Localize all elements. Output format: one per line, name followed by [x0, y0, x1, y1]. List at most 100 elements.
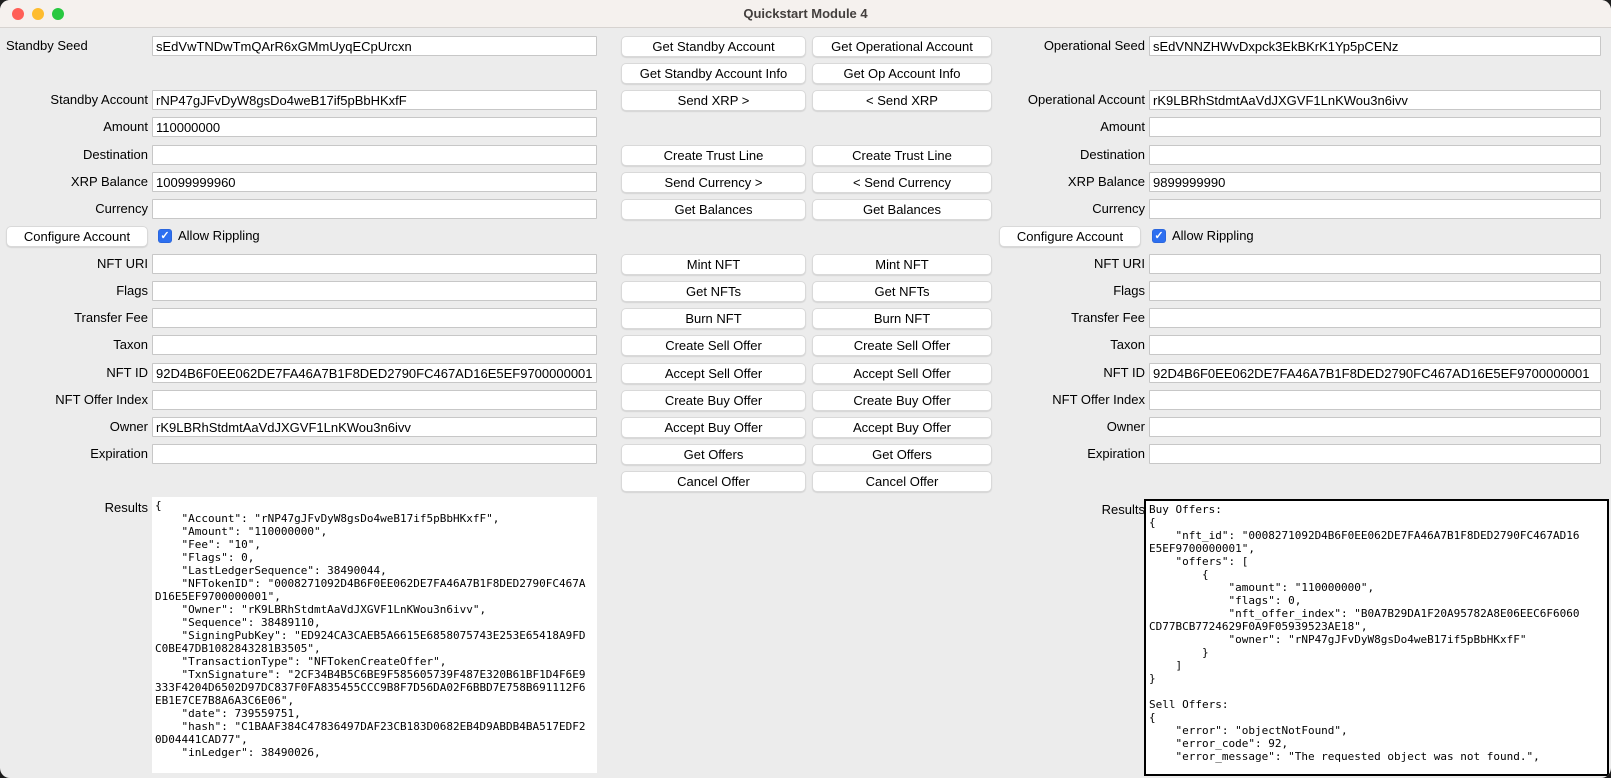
- operational-flags-label: Flags: [997, 281, 1145, 301]
- standby-account-input[interactable]: [152, 90, 597, 110]
- titlebar: Quickstart Module 4: [0, 0, 1611, 28]
- operational-seed-input[interactable]: [1149, 36, 1601, 56]
- standby-nft-uri-input[interactable]: [152, 254, 597, 274]
- operational-expiration-input[interactable]: [1149, 444, 1601, 464]
- standby-xrp-balance-label: XRP Balance: [0, 172, 148, 192]
- burn-nft-operational-button[interactable]: Burn NFT: [812, 308, 992, 329]
- app-window: Quickstart Module 4 Standby Seed Standby…: [0, 0, 1611, 778]
- operational-transfer-fee-label: Transfer Fee: [997, 308, 1145, 328]
- operational-owner-input[interactable]: [1149, 417, 1601, 437]
- get-standby-account-info-button[interactable]: Get Standby Account Info: [621, 63, 806, 84]
- get-standby-account-button[interactable]: Get Standby Account: [621, 36, 806, 57]
- standby-nft-uri-label: NFT URI: [0, 254, 148, 274]
- operational-taxon-label: Taxon: [997, 335, 1145, 355]
- operational-currency-input[interactable]: [1149, 199, 1601, 219]
- accept-sell-offer-standby-button[interactable]: Accept Sell Offer: [621, 363, 806, 384]
- accept-buy-offer-standby-button[interactable]: Accept Buy Offer: [621, 417, 806, 438]
- get-offers-operational-button[interactable]: Get Offers: [812, 444, 992, 465]
- standby-transfer-fee-label: Transfer Fee: [0, 308, 148, 328]
- standby-seed-input[interactable]: [152, 36, 597, 56]
- operational-allow-rippling-checkbox[interactable]: ✓: [1152, 229, 1166, 243]
- cancel-offer-operational-button[interactable]: Cancel Offer: [812, 471, 992, 492]
- standby-transfer-fee-input[interactable]: [152, 308, 597, 328]
- create-buy-offer-operational-button[interactable]: Create Buy Offer: [812, 390, 992, 411]
- standby-flags-label: Flags: [0, 281, 148, 301]
- get-op-account-info-button[interactable]: Get Op Account Info: [812, 63, 992, 84]
- operational-allow-rippling-label: Allow Rippling: [1172, 226, 1254, 246]
- create-sell-offer-standby-button[interactable]: Create Sell Offer: [621, 335, 806, 356]
- standby-amount-input[interactable]: [152, 117, 597, 137]
- get-balances-standby-button[interactable]: Get Balances: [621, 199, 806, 220]
- check-icon: ✓: [1154, 230, 1163, 242]
- standby-allow-rippling-label: Allow Rippling: [178, 226, 260, 246]
- standby-allow-rippling-checkbox[interactable]: ✓: [158, 229, 172, 243]
- operational-configure-account-button[interactable]: Configure Account: [999, 226, 1141, 247]
- standby-nft-offer-index-input[interactable]: [152, 390, 597, 410]
- send-currency-to-operational-button[interactable]: Send Currency >: [621, 172, 806, 193]
- standby-expiration-label: Expiration: [0, 444, 148, 464]
- operational-seed-label: Operational Seed: [997, 36, 1145, 56]
- operational-expiration-label: Expiration: [997, 444, 1145, 464]
- check-icon: ✓: [160, 230, 169, 242]
- operational-destination-label: Destination: [997, 145, 1145, 165]
- standby-nft-id-label: NFT ID: [0, 363, 148, 383]
- standby-xrp-balance-input[interactable]: [152, 172, 597, 192]
- accept-buy-offer-operational-button[interactable]: Accept Buy Offer: [812, 417, 992, 438]
- operational-xrp-balance-input[interactable]: [1149, 172, 1601, 192]
- standby-owner-input[interactable]: [152, 417, 597, 437]
- close-window-icon[interactable]: [12, 8, 24, 20]
- send-xrp-to-standby-button[interactable]: < Send XRP: [812, 90, 992, 111]
- send-xrp-to-operational-button[interactable]: Send XRP >: [621, 90, 806, 111]
- create-sell-offer-operational-button[interactable]: Create Sell Offer: [812, 335, 992, 356]
- operational-nft-id-label: NFT ID: [997, 363, 1145, 383]
- operational-nft-offer-index-input[interactable]: [1149, 390, 1601, 410]
- operational-nft-uri-label: NFT URI: [997, 254, 1145, 274]
- zoom-window-icon[interactable]: [52, 8, 64, 20]
- standby-nft-id-input[interactable]: [152, 363, 597, 383]
- standby-taxon-label: Taxon: [0, 335, 148, 355]
- create-trust-line-standby-button[interactable]: Create Trust Line: [621, 145, 806, 166]
- standby-account-label: Standby Account: [0, 90, 148, 110]
- mint-nft-operational-button[interactable]: Mint NFT: [812, 254, 992, 275]
- operational-results-label: Results: [997, 500, 1145, 520]
- standby-expiration-input[interactable]: [152, 444, 597, 464]
- operational-results-textarea[interactable]: Buy Offers: { "nft_id": "0008271092D4B6F…: [1144, 499, 1609, 776]
- operational-transfer-fee-input[interactable]: [1149, 308, 1601, 328]
- get-balances-operational-button[interactable]: Get Balances: [812, 199, 992, 220]
- standby-flags-input[interactable]: [152, 281, 597, 301]
- operational-xrp-balance-label: XRP Balance: [997, 172, 1145, 192]
- standby-taxon-input[interactable]: [152, 335, 597, 355]
- operational-destination-input[interactable]: [1149, 145, 1601, 165]
- standby-destination-label: Destination: [0, 145, 148, 165]
- operational-nft-offer-index-label: NFT Offer Index: [997, 390, 1145, 410]
- operational-flags-input[interactable]: [1149, 281, 1601, 301]
- get-offers-standby-button[interactable]: Get Offers: [621, 444, 806, 465]
- standby-destination-input[interactable]: [152, 145, 597, 165]
- standby-nft-offer-index-label: NFT Offer Index: [0, 390, 148, 410]
- create-trust-line-operational-button[interactable]: Create Trust Line: [812, 145, 992, 166]
- standby-seed-label: Standby Seed: [6, 36, 148, 56]
- cancel-offer-standby-button[interactable]: Cancel Offer: [621, 471, 806, 492]
- operational-taxon-input[interactable]: [1149, 335, 1601, 355]
- burn-nft-standby-button[interactable]: Burn NFT: [621, 308, 806, 329]
- send-currency-to-standby-button[interactable]: < Send Currency: [812, 172, 992, 193]
- standby-currency-input[interactable]: [152, 199, 597, 219]
- standby-amount-label: Amount: [0, 117, 148, 137]
- mint-nft-standby-button[interactable]: Mint NFT: [621, 254, 806, 275]
- get-nfts-standby-button[interactable]: Get NFTs: [621, 281, 806, 302]
- standby-results-textarea[interactable]: { "Account": "rNP47gJFvDyW8gsDo4weB17if5…: [152, 497, 597, 773]
- standby-configure-account-button[interactable]: Configure Account: [6, 226, 148, 247]
- operational-amount-label: Amount: [997, 117, 1145, 137]
- get-operational-account-button[interactable]: Get Operational Account: [812, 36, 992, 57]
- get-nfts-operational-button[interactable]: Get NFTs: [812, 281, 992, 302]
- operational-amount-input[interactable]: [1149, 117, 1601, 137]
- operational-currency-label: Currency: [997, 199, 1145, 219]
- operational-nft-uri-input[interactable]: [1149, 254, 1601, 274]
- standby-owner-label: Owner: [0, 417, 148, 437]
- minimize-window-icon[interactable]: [32, 8, 44, 20]
- operational-account-input[interactable]: [1149, 90, 1601, 110]
- create-buy-offer-standby-button[interactable]: Create Buy Offer: [621, 390, 806, 411]
- standby-results-label: Results: [0, 498, 148, 518]
- accept-sell-offer-operational-button[interactable]: Accept Sell Offer: [812, 363, 992, 384]
- operational-nft-id-input[interactable]: [1149, 363, 1601, 383]
